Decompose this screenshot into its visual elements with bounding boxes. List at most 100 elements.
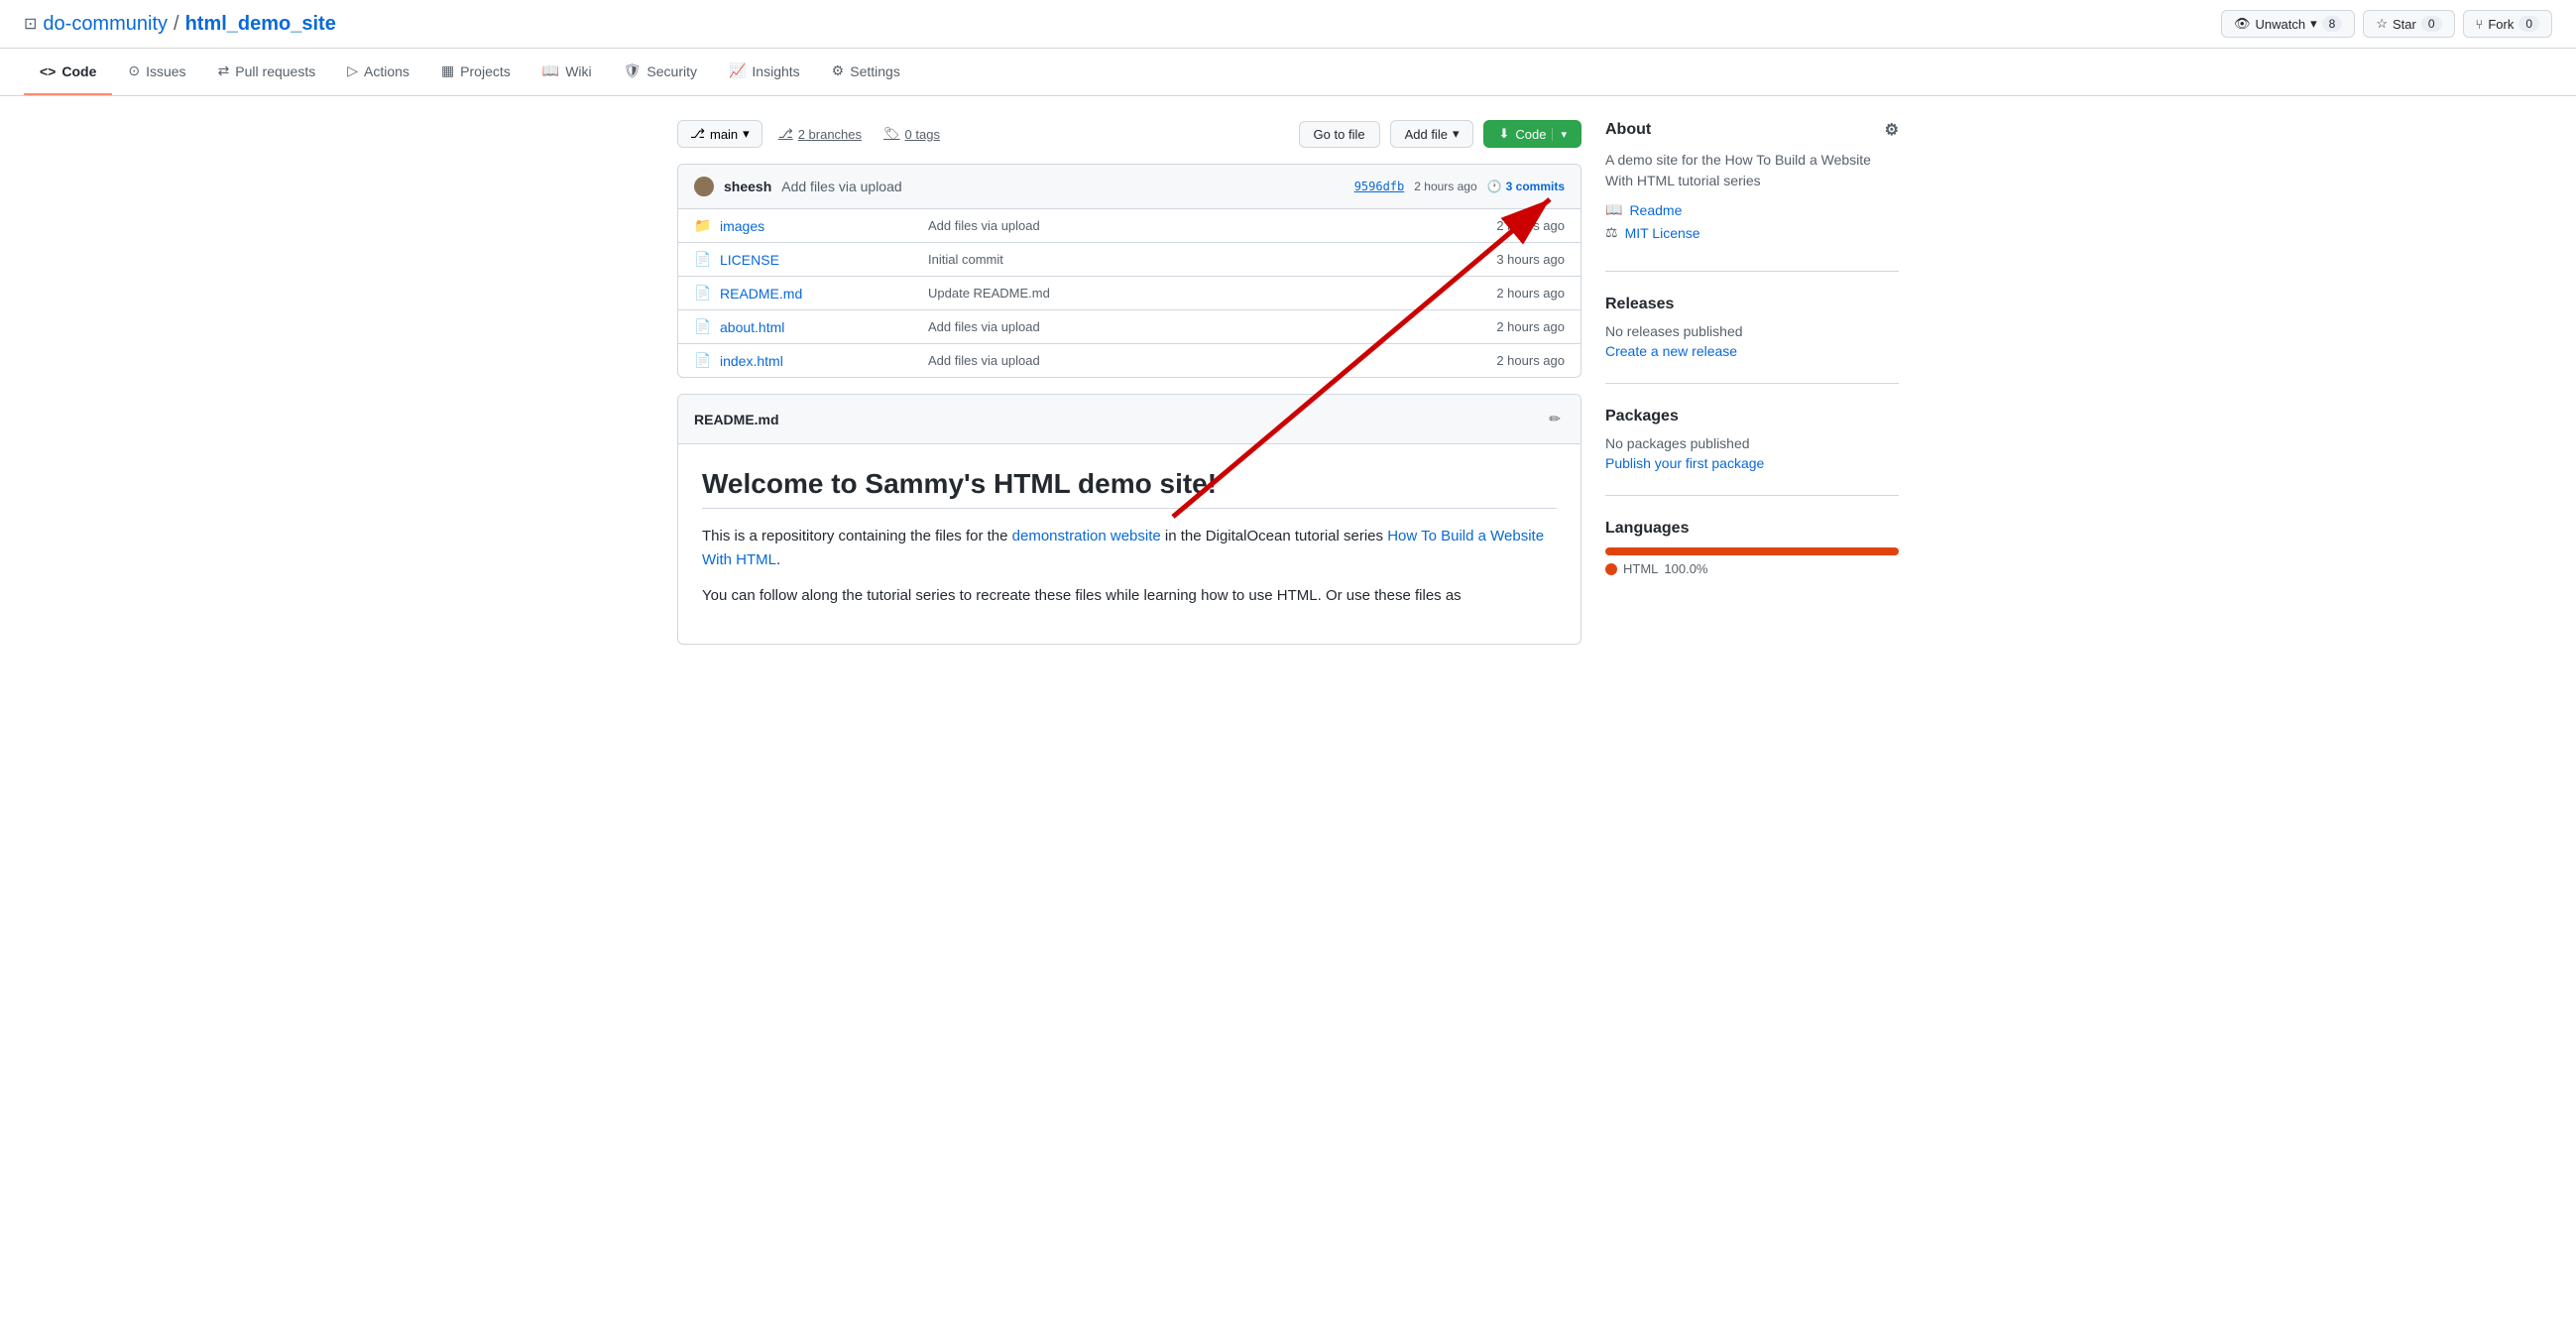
- file-commit: Add files via upload: [928, 353, 1436, 368]
- code-btn-label: Code: [1515, 127, 1546, 142]
- issues-icon: ⊙: [128, 62, 140, 79]
- tab-actions[interactable]: ▷ Actions: [331, 49, 425, 95]
- html-label: HTML: [1623, 561, 1658, 576]
- scale-icon: ⚖: [1605, 224, 1618, 241]
- readme-para1-end: .: [776, 551, 780, 568]
- readme-para1-mid: in the DigitalOcean tutorial series: [1161, 528, 1387, 544]
- file-commit: Add files via upload: [928, 319, 1436, 334]
- tab-projects-label: Projects: [460, 63, 511, 79]
- demo-link[interactable]: demonstration website: [1012, 528, 1161, 544]
- sidebar-packages-section: Packages No packages published Publish y…: [1605, 408, 1899, 496]
- latest-commit-row: sheesh Add files via upload 9596dfb 2 ho…: [678, 165, 1581, 209]
- file-icon: 📄: [694, 352, 710, 369]
- file-link[interactable]: README.md: [720, 286, 802, 302]
- file-name: index.html: [720, 353, 918, 369]
- download-icon: ⬇: [1498, 126, 1509, 142]
- license-sidebar-link[interactable]: MIT License: [1625, 225, 1700, 241]
- file-name: about.html: [720, 319, 918, 335]
- file-icon: 📄: [694, 251, 710, 268]
- branches-link[interactable]: ⎇ 2 branches: [772, 121, 868, 147]
- repo-name-link[interactable]: html_demo_site: [185, 13, 336, 36]
- code-button[interactable]: ⬇ Code ▾: [1483, 120, 1581, 148]
- pr-icon: ⇄: [218, 62, 230, 79]
- publish-package-link[interactable]: Publish your first package: [1605, 455, 1764, 471]
- tab-insights[interactable]: 📈 Insights: [713, 49, 816, 95]
- about-title-row: About ⚙: [1605, 120, 1899, 140]
- readme-title: README.md: [694, 412, 779, 427]
- fork-button[interactable]: ⑂ Fork 0: [2463, 10, 2553, 38]
- sidebar-about-section: About ⚙ A demo site for the How To Build…: [1605, 120, 1899, 272]
- html-percent: 100.0%: [1664, 561, 1707, 576]
- html-language-dot: [1605, 563, 1617, 575]
- commit-author: sheesh: [724, 179, 771, 194]
- html-language-bar: [1605, 547, 1899, 555]
- commit-message: Add files via upload: [781, 179, 901, 194]
- branch-name: main: [710, 127, 738, 142]
- file-table: sheesh Add files via upload 9596dfb 2 ho…: [677, 164, 1581, 378]
- book-icon: 📖: [1605, 201, 1622, 218]
- sidebar-languages-section: Languages HTML 100.0%: [1605, 520, 1899, 600]
- tags-count: 0 tags: [905, 127, 940, 142]
- tab-issues[interactable]: ⊙ Issues: [112, 49, 201, 95]
- tab-code[interactable]: <> Code: [24, 50, 112, 95]
- file-link[interactable]: LICENSE: [720, 252, 779, 268]
- releases-title: Releases: [1605, 296, 1899, 313]
- readme-heading: Welcome to Sammy's HTML demo site!: [702, 468, 1557, 509]
- repo-separator: /: [174, 13, 179, 36]
- no-packages-text: No packages published: [1605, 435, 1899, 451]
- commit-count: 🕐 3 commits: [1487, 180, 1565, 193]
- commits-link[interactable]: 3 commits: [1506, 180, 1565, 193]
- tab-insights-label: Insights: [752, 63, 799, 79]
- file-time: 3 hours ago: [1446, 252, 1565, 267]
- history-icon: 🕐: [1487, 180, 1502, 193]
- top-bar: ⊡ do-community / html_demo_site 👁 Unwatc…: [0, 0, 2576, 49]
- tags-link[interactable]: 🏷 0 tags: [878, 121, 946, 147]
- file-name: README.md: [720, 286, 918, 302]
- file-link[interactable]: about.html: [720, 319, 784, 335]
- add-file-label: Add file: [1405, 127, 1448, 142]
- no-releases-text: No releases published: [1605, 323, 1899, 339]
- wiki-icon: 📖: [542, 62, 559, 79]
- actions-icon: ▷: [347, 62, 358, 79]
- tab-security[interactable]: 🛡 Security: [608, 49, 713, 95]
- file-name: images: [720, 218, 918, 234]
- file-link[interactable]: images: [720, 218, 764, 234]
- readme-section: README.md ✏ Welcome to Sammy's HTML demo…: [677, 394, 1581, 645]
- about-gear-icon[interactable]: ⚙: [1885, 120, 1899, 140]
- unwatch-button[interactable]: 👁 Unwatch ▾ 8: [2221, 10, 2355, 38]
- readme-edit-button[interactable]: ✏: [1545, 407, 1565, 431]
- repo-org-link[interactable]: do-community: [43, 13, 168, 36]
- repo-icon: ⊡: [24, 14, 37, 34]
- branch-icon: ⎇: [690, 126, 705, 142]
- insights-icon: 📈: [729, 62, 746, 79]
- tab-actions-label: Actions: [364, 63, 410, 79]
- readme-content: Welcome to Sammy's HTML demo site! This …: [678, 444, 1581, 644]
- star-button[interactable]: ☆ Star 0: [2363, 10, 2454, 38]
- main-layout: ⎇ main ▾ ⎇ 2 branches 🏷 0 tags Go to fil…: [653, 96, 1923, 668]
- languages-title: Languages: [1605, 520, 1899, 538]
- commit-hash[interactable]: 9596dfb: [1354, 180, 1405, 193]
- watch-count: 8: [2322, 16, 2343, 32]
- file-row: 📄 LICENSE Initial commit 3 hours ago: [678, 243, 1581, 277]
- readme-sidebar-link[interactable]: Readme: [1629, 202, 1682, 218]
- nav-tabs: <> Code ⊙ Issues ⇄ Pull requests ▷ Actio…: [0, 49, 2576, 96]
- file-icon: 📄: [694, 285, 710, 302]
- dropdown-arrow: ▾: [2310, 16, 2317, 32]
- branch-selector[interactable]: ⎇ main ▾: [677, 120, 762, 148]
- tab-projects[interactable]: ▦ Projects: [425, 49, 527, 95]
- tab-wiki[interactable]: 📖 Wiki: [527, 49, 608, 95]
- file-commit: Update README.md: [928, 286, 1436, 301]
- readme-para1: This is a reposititory containing the fi…: [702, 525, 1557, 572]
- goto-file-button[interactable]: Go to file: [1299, 121, 1380, 148]
- sidebar-releases-section: Releases No releases published Create a …: [1605, 296, 1899, 384]
- tab-settings-label: Settings: [850, 63, 900, 79]
- add-file-button[interactable]: Add file ▾: [1390, 120, 1474, 148]
- language-bar-container: HTML 100.0%: [1605, 547, 1899, 576]
- commit-time: 2 hours ago: [1414, 180, 1476, 193]
- readme-para1-start: This is a reposititory containing the fi…: [702, 528, 1012, 544]
- tab-settings[interactable]: ⚙ Settings: [816, 49, 916, 95]
- create-release-link[interactable]: Create a new release: [1605, 343, 1737, 359]
- file-link[interactable]: index.html: [720, 353, 783, 369]
- tab-pull-requests[interactable]: ⇄ Pull requests: [202, 49, 332, 95]
- tab-pr-label: Pull requests: [235, 63, 315, 79]
